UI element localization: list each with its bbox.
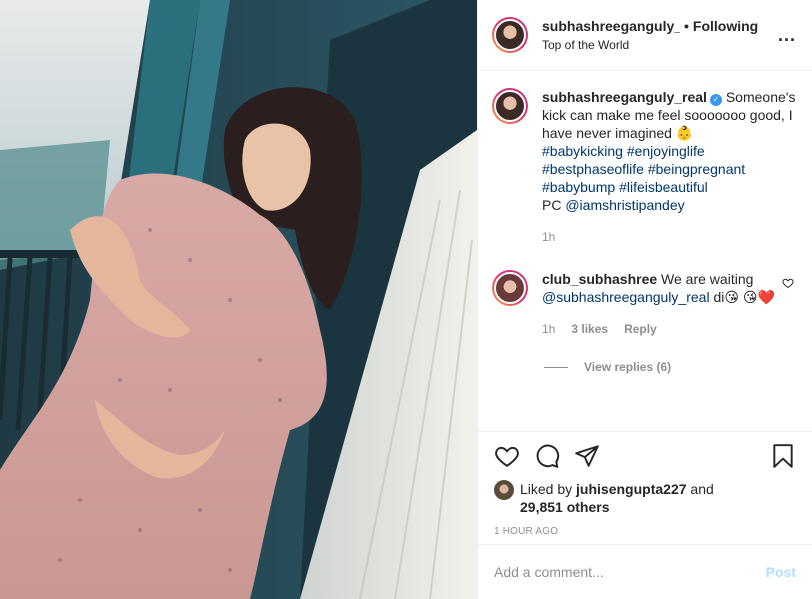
caption-avatar[interactable]: [492, 88, 528, 124]
hashtag[interactable]: #lifeisbeautiful: [619, 179, 708, 195]
verified-badge-icon: ✓: [709, 94, 722, 106]
reply-button[interactable]: Reply: [624, 320, 657, 338]
comment-text: We are waiting: [661, 271, 754, 287]
hashtag[interactable]: #enjoyinglife: [627, 143, 705, 159]
instagram-post: subhashreeganguly_real • Following Top o…: [0, 0, 812, 599]
bookmark-icon[interactable]: [770, 443, 798, 471]
hashtag[interactable]: #beingpregnant: [648, 161, 745, 177]
comments-section[interactable]: subhashreeganguly_real ✓ Someone's kick c…: [478, 72, 812, 430]
view-replies[interactable]: View replies (6): [544, 360, 796, 374]
comment-username[interactable]: club_subhashree: [542, 271, 657, 287]
caption-time[interactable]: 1h: [542, 228, 796, 246]
view-replies-label[interactable]: View replies (6): [584, 360, 671, 374]
credit-prefix: PC: [542, 197, 562, 213]
liked-by-prefix: Liked by: [520, 481, 573, 497]
comment-likes[interactable]: 3 likes: [571, 320, 608, 338]
comment-like-heart-icon[interactable]: [782, 276, 796, 338]
location-link[interactable]: Top of the World: [542, 38, 778, 52]
commenter-avatar[interactable]: [492, 270, 528, 306]
replies-divider: [544, 366, 568, 368]
likes-others[interactable]: 29,851 others: [520, 499, 610, 515]
action-icons: [494, 442, 798, 472]
post-side-panel: subhashreeganguly_real • Following Top o…: [477, 0, 812, 599]
post-header: subhashreeganguly_real • Following Top o…: [478, 0, 812, 71]
following-button[interactable]: Following: [693, 18, 758, 34]
author-avatar[interactable]: [492, 17, 528, 53]
hashtag[interactable]: #bestphaseoflife: [542, 161, 644, 177]
hashtag[interactable]: #babykicking: [542, 143, 623, 159]
add-comment-bar: Add a comment... Post: [478, 544, 812, 599]
comment-text-after: di😘: [713, 289, 739, 305]
liker-avatar[interactable]: [494, 480, 514, 500]
comment: club_subhashree We are waiting @subhashr…: [492, 270, 796, 338]
comment-body: club_subhashree We are waiting @subhashr…: [542, 270, 776, 338]
post-timestamp[interactable]: 1 HOUR AGO: [494, 526, 798, 537]
comment-mention[interactable]: @subhashreeganguly_real: [542, 289, 710, 305]
hashtag[interactable]: #babybump: [542, 179, 615, 195]
credit-mention[interactable]: @iamshristipandey: [565, 197, 684, 213]
actions-section: Liked by juhisengupta227 and 29,851 othe…: [478, 431, 812, 537]
likes-and: and: [690, 481, 714, 497]
header-username[interactable]: subhashreeganguly_real: [542, 18, 680, 34]
likes-text: Liked by juhisengupta227 and 29,851 othe…: [520, 480, 714, 516]
comment-time[interactable]: 1h: [542, 320, 555, 338]
share-icon[interactable]: [574, 443, 602, 471]
post-photo[interactable]: [0, 0, 477, 599]
caption-body: subhashreeganguly_real ✓ Someone's kick c…: [542, 88, 796, 246]
caption-username[interactable]: subhashreeganguly_real: [542, 89, 707, 105]
header-meta: subhashreeganguly_real • Following Top o…: [542, 18, 778, 52]
add-comment-input[interactable]: Add a comment...: [494, 564, 766, 580]
comment-meta: 1h 3 likes Reply: [542, 320, 776, 338]
likes-summary: Liked by juhisengupta227 and 29,851 othe…: [494, 480, 798, 516]
post-comment-button[interactable]: Post: [766, 564, 796, 580]
liker-username[interactable]: juhisengupta227: [576, 481, 686, 497]
caption: subhashreeganguly_real ✓ Someone's kick c…: [492, 88, 796, 246]
more-options-icon[interactable]: ...: [778, 25, 796, 46]
comment-icon[interactable]: [534, 443, 562, 471]
header-separator: •: [684, 18, 689, 34]
heart-icon[interactable]: [494, 443, 522, 471]
comment-emojis: 😘❤️: [742, 289, 775, 305]
